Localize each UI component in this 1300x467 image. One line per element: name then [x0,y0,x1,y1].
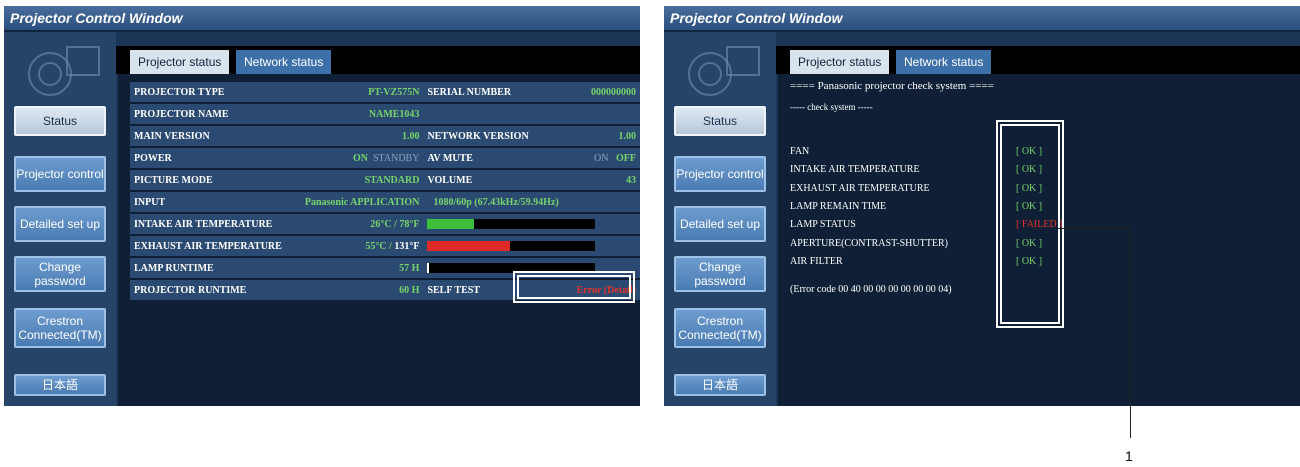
row-label: MAIN VERSION [130,126,301,146]
row-value: 43 [560,170,640,190]
nav-projector-control-button[interactable]: Projector control [14,156,106,192]
row-value: 1.00 [300,126,424,146]
self-test-highlight [513,271,635,303]
check-subheader: ----- check system ----- [790,102,873,112]
row-value: NAME1043 [300,104,424,124]
nav-japanese-button[interactable]: 日本語 [14,374,106,396]
row-label: INTAKE AIR TEMPERATURE [130,214,301,234]
row-label: EXHAUST AIR TEMPERATURE [130,236,301,256]
row-value: PT-VZ575N [300,82,424,102]
sidebar: Status Projector control Detailed set up… [664,32,776,406]
table-row: INPUT Panasonic APPLICATION 1080/60p (67… [130,192,640,212]
nav-crestron-button[interactable]: Crestron Connected(TM) [14,308,106,348]
row-value: 26°C / 78°F [300,214,424,234]
logo-icon [22,44,100,96]
table-row: POWER ON STANDBY AV MUTE ON OFF [130,148,640,168]
logo-icon [682,44,760,96]
tab-network-status[interactable]: Network status [896,50,992,74]
intake-temp-bar [427,219,596,230]
tab-network-status[interactable]: Network status [236,50,332,74]
table-row: PICTURE MODE STANDARD VOLUME 43 [130,170,640,190]
lamp-runtime-bar [427,263,596,274]
table-row: PROJECTOR TYPE PT-VZ575N SERIAL NUMBER 0… [130,82,640,102]
sidebar: Status Projector control Detailed set up… [4,32,116,406]
check-item-label: LAMP REMAIN TIME [790,200,887,212]
input-value: Panasonic APPLICATION [300,192,424,212]
power-on: ON [353,152,368,164]
nav-detailed-setup-button[interactable]: Detailed set up [14,206,106,242]
row-label: INPUT [130,192,301,212]
status-window-left: Projector Control Window Status Projecto… [4,6,640,406]
nav-status-button[interactable]: Status [14,106,106,136]
main-content: Projector status Network status PROJECTO… [116,32,640,406]
window-title: Projector Control Window [664,6,1300,32]
nav-projector-control-button[interactable]: Projector control [674,156,766,192]
row-value: 1.00 [560,126,640,146]
status-table: PROJECTOR TYPE PT-VZ575N SERIAL NUMBER 0… [130,80,640,302]
row-value: 57 H [300,258,424,278]
check-item-label: EXHAUST AIR TEMPERATURE [790,182,930,194]
table-row: MAIN VERSION 1.00 NETWORK VERSION 1.00 [130,126,640,146]
nav-crestron-button[interactable]: Crestron Connected(TM) [674,308,766,348]
row-label: NETWORK VERSION [423,126,561,146]
row-label: PROJECTOR RUNTIME [130,280,301,300]
check-item-label: AIR FILTER [790,255,843,267]
row-label: AV MUTE [423,148,561,168]
row-label: POWER [130,148,301,168]
row-label: PROJECTOR NAME [130,104,301,124]
row-label: SERIAL NUMBER [423,82,561,102]
power-standby: STANDBY [373,152,420,164]
nav-japanese-button[interactable]: 日本語 [674,374,766,396]
error-code: (Error code 00 40 00 00 00 00 00 00 04) [790,284,952,295]
main-content: Projector status Network status ==== Pan… [776,32,1300,406]
results-highlight [996,120,1064,328]
row-value: 000000000 [560,82,640,102]
window-title: Projector Control Window [4,6,640,32]
callout-line-h [1058,228,1130,229]
exhaust-temp-bar [427,241,596,252]
nav-detailed-setup-button[interactable]: Detailed set up [674,206,766,242]
table-row: INTAKE AIR TEMPERATURE 26°C / 78°F [130,214,640,234]
table-row: EXHAUST AIR TEMPERATURE 55°C / 131°F [130,236,640,256]
row-label: VOLUME [423,170,561,190]
row-value: STANDARD [300,170,424,190]
row-label: LAMP RUNTIME [130,258,301,278]
tab-projector-status[interactable]: Projector status [130,50,230,74]
exhaust-f: 131°F [394,240,420,252]
check-item-label: FAN [790,146,810,157]
check-system-panel: ==== Panasonic projector check system ==… [778,74,1300,406]
tab-projector-status[interactable]: Projector status [790,50,890,74]
callout-label: 1 [1125,448,1133,464]
exhaust-c: 55°C [365,240,387,252]
avmute-on: ON [594,152,609,164]
row-label: PICTURE MODE [130,170,301,190]
check-item-label: APERTURE(CONTRAST-SHUTTER) [790,237,948,249]
input-signal: 1080/60p (67.43kHz/59.94Hz) [423,192,640,212]
nav-change-password-button[interactable]: Change password [14,256,106,292]
status-window-right: Projector Control Window Status Projecto… [664,6,1300,406]
avmute-off: OFF [616,152,636,164]
nav-status-button[interactable]: Status [674,106,766,136]
check-item-label: INTAKE AIR TEMPERATURE [790,164,920,176]
status-panel: PROJECTOR TYPE PT-VZ575N SERIAL NUMBER 0… [118,74,640,406]
row-label: PROJECTOR TYPE [130,82,301,102]
callout-line-v [1130,228,1131,438]
row-value: 60 H [300,280,424,300]
table-row: PROJECTOR NAME NAME1043 [130,104,640,124]
check-item-label: LAMP STATUS [790,219,856,231]
check-header: ==== Panasonic projector check system ==… [790,80,994,92]
nav-change-password-button[interactable]: Change password [674,256,766,292]
